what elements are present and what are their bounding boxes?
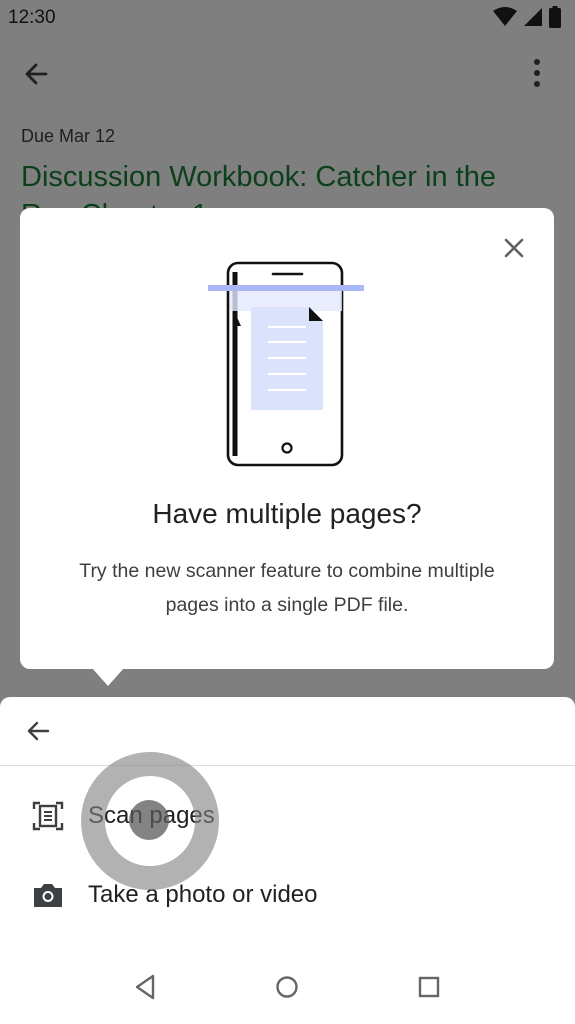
nav-recents-icon[interactable]: [414, 972, 444, 1002]
take-photo-label: Take a photo or video: [88, 881, 318, 908]
system-nav-bar: [0, 952, 575, 1024]
document-scanner-icon: [32, 801, 64, 831]
close-icon[interactable]: [498, 232, 530, 264]
scan-pages-option[interactable]: Scan pages: [0, 781, 575, 851]
dialog-pointer: [92, 668, 124, 686]
take-photo-option[interactable]: Take a photo or video: [0, 860, 575, 930]
scanner-promo-dialog: Have multiple pages? Try the new scanner…: [20, 208, 554, 669]
dialog-title: Have multiple pages?: [152, 498, 422, 529]
dialog-body: Try the new scanner feature to combine m…: [79, 560, 495, 616]
nav-home-icon[interactable]: [272, 972, 302, 1002]
nav-back-icon[interactable]: [131, 972, 161, 1002]
phone-scan-illustration: [208, 261, 364, 467]
back-arrow-icon[interactable]: [22, 715, 54, 747]
sheet-divider: [0, 765, 575, 766]
scan-pages-label: Scan pages: [88, 802, 215, 829]
camera-icon: [34, 884, 62, 907]
